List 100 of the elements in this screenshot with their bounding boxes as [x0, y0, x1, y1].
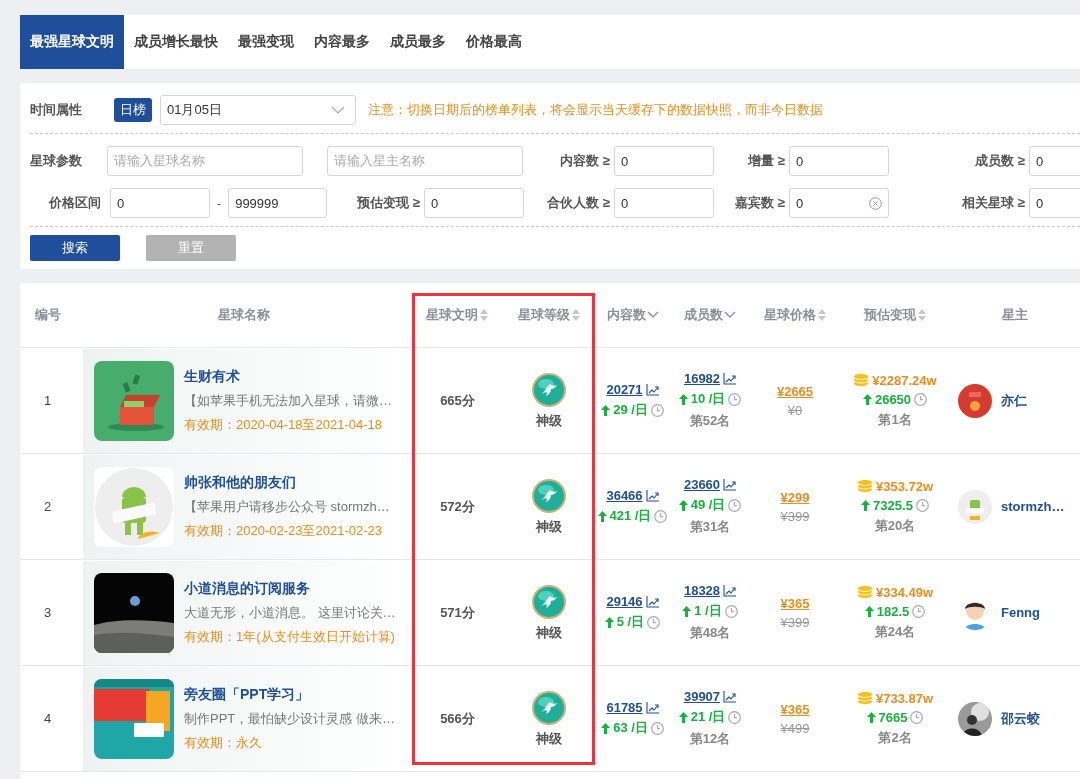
sort-icon[interactable]: [816, 308, 827, 322]
content-count-link[interactable]: 29146: [606, 594, 643, 609]
clock-icon[interactable]: [647, 615, 661, 629]
line-chart-icon[interactable]: [723, 584, 737, 597]
clock-icon[interactable]: [654, 509, 668, 523]
input-field[interactable]: 0: [789, 146, 889, 176]
line-chart-icon[interactable]: [645, 383, 659, 396]
member-count-link[interactable]: 16982: [683, 371, 721, 386]
column-header: 星球名称: [217, 306, 270, 324]
revenue-growth: 7325.5: [873, 497, 913, 513]
content-count-link[interactable]: 61785: [606, 700, 643, 715]
owner-name[interactable]: 邵云蛟: [1001, 709, 1040, 728]
line-chart-icon[interactable]: [723, 478, 737, 491]
line-chart-icon[interactable]: [723, 690, 737, 703]
period-badge[interactable]: 日榜: [114, 98, 152, 122]
up-arrow-icon: [862, 393, 872, 405]
planet-name[interactable]: 旁友圈「PPT学习」: [184, 685, 395, 704]
owner-name[interactable]: Fenng: [1001, 605, 1040, 620]
up-arrow-icon: [682, 605, 692, 617]
clear-icon[interactable]: [869, 196, 882, 210]
clock-icon[interactable]: [728, 498, 742, 512]
line-chart-icon[interactable]: [723, 372, 737, 385]
clock-icon[interactable]: [728, 710, 742, 724]
owner-name[interactable]: 亦仁: [1001, 391, 1027, 410]
input-field[interactable]: 0: [424, 188, 524, 218]
rank-text: 第1名: [878, 410, 912, 429]
rank-text: 第12名: [689, 730, 731, 748]
tab[interactable]: 最强变现: [228, 15, 304, 69]
tab[interactable]: 价格最高: [456, 15, 532, 69]
level-badge-icon: [531, 477, 567, 514]
member-count-link[interactable]: 18328: [683, 583, 721, 598]
planet-name[interactable]: 帅张和他的朋友们: [184, 473, 390, 492]
level-text: 神级: [536, 729, 562, 748]
coins-icon: [856, 479, 873, 493]
filter-label: 星球参数: [30, 152, 82, 170]
filter-label: 预估变现 ≥: [357, 194, 420, 212]
filter-label: 增量 ≥: [748, 152, 785, 170]
member-count-link[interactable]: 39907: [683, 689, 721, 704]
sort-icon[interactable]: [916, 308, 927, 322]
tab[interactable]: 内容最多: [304, 15, 380, 69]
line-chart-icon[interactable]: [645, 595, 659, 608]
input-field[interactable]: 0: [110, 188, 210, 218]
daily-growth: 49 /日: [690, 496, 726, 514]
up-arrow-icon: [861, 499, 871, 511]
rank-number: 4: [43, 711, 52, 726]
original-price: ¥0: [787, 402, 803, 418]
input-field[interactable]: 999999: [228, 188, 327, 218]
clock-icon[interactable]: [650, 721, 664, 735]
search-button[interactable]: 搜索: [30, 235, 120, 261]
clock-icon[interactable]: [912, 604, 926, 618]
content-count-link[interactable]: 36466: [606, 488, 643, 503]
tab[interactable]: 最强星球文明: [20, 15, 124, 69]
owner-name[interactable]: stormzh…: [1001, 499, 1065, 514]
planet-name[interactable]: 小道消息的订阅服务: [184, 579, 396, 598]
content-count-link[interactable]: 20271: [606, 382, 643, 397]
planet-description: 【如苹果手机无法加入星球，请微…: [184, 391, 392, 410]
original-price: ¥399: [780, 508, 810, 524]
sort-icon[interactable]: [570, 308, 581, 322]
clock-icon[interactable]: [915, 498, 929, 512]
input-field[interactable]: 0: [789, 188, 889, 218]
date-dropdown[interactable]: 01月05日: [160, 95, 356, 125]
planet-name[interactable]: 生财有术: [184, 367, 392, 386]
clock-icon[interactable]: [914, 392, 928, 406]
input-field[interactable]: 0: [614, 188, 714, 218]
level-text: 神级: [536, 623, 562, 642]
input-field[interactable]: 0: [614, 146, 714, 176]
level-badge-icon: [531, 583, 567, 620]
up-arrow-icon: [864, 605, 874, 617]
clock-icon[interactable]: [724, 604, 738, 618]
clock-icon[interactable]: [910, 710, 924, 724]
coins-icon: [856, 691, 873, 705]
member-count-link[interactable]: 23660: [683, 477, 721, 492]
rank-text: 第52名: [689, 412, 731, 430]
revenue-amount: ¥733.87w: [875, 690, 934, 706]
column-header: 编号: [34, 306, 61, 324]
filter-label: 嘉宾数 ≥: [735, 194, 785, 212]
revenue-amount: ¥334.49w: [875, 584, 934, 600]
sort-icon[interactable]: [479, 308, 489, 322]
level-text: 神级: [536, 411, 562, 430]
daily-growth: 29 /日: [613, 401, 648, 419]
rank-number: 1: [43, 393, 52, 408]
chevron-down-icon[interactable]: [646, 311, 659, 319]
score-text: 566分: [440, 709, 475, 728]
up-arrow-icon: [601, 722, 611, 734]
line-chart-icon[interactable]: [645, 701, 659, 714]
daily-growth: 421 /日: [609, 507, 652, 525]
tab[interactable]: 成员增长最快: [124, 15, 228, 69]
filter-label: 价格区间: [49, 194, 101, 212]
up-arrow-icon: [601, 404, 611, 416]
validity-text: 有效期：1年(从支付生效日开始计算): [184, 627, 396, 646]
line-chart-icon[interactable]: [645, 489, 659, 502]
up-arrow-icon: [597, 510, 607, 522]
chevron-down-icon[interactable]: [724, 311, 736, 319]
revenue-growth: 182.5: [876, 603, 910, 619]
clock-icon[interactable]: [650, 403, 664, 417]
input-field[interactable]: 0: [1029, 146, 1080, 176]
clock-icon[interactable]: [728, 392, 742, 406]
input-field[interactable]: 0: [1029, 188, 1080, 218]
rank-text: 第31名: [689, 518, 731, 536]
tab[interactable]: 成员最多: [380, 15, 456, 69]
